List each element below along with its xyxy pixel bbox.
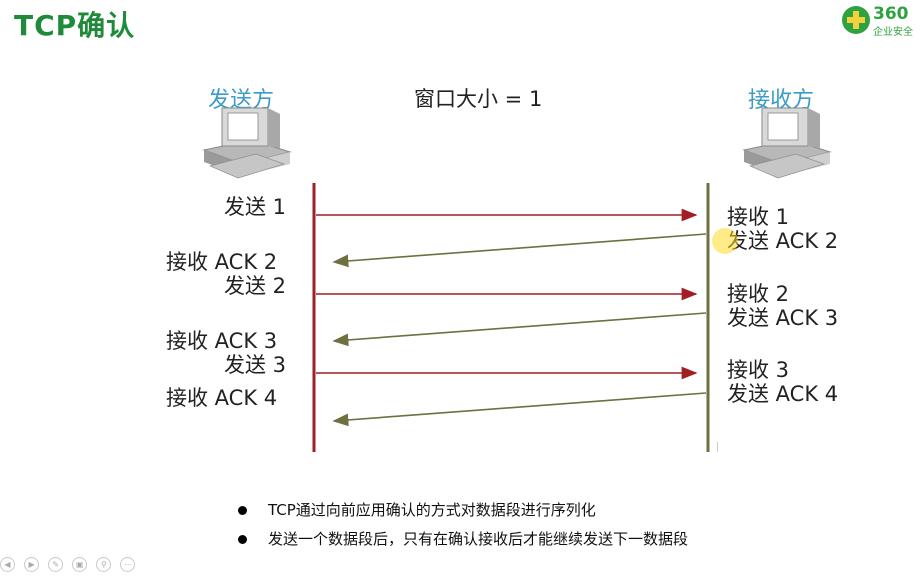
receiver-event-label: 接收 3 [727,358,790,382]
sender-event-label: 发送 3 [224,353,287,377]
prev-icon[interactable]: ◀ [0,557,15,572]
bullet-item: TCP通过向前应用确认的方式对数据段进行序列化 [234,496,688,525]
sender-event-label: 接收 ACK 4 [166,386,278,410]
pointer-highlight [712,228,738,254]
receiver-event-label: 发送 ACK 4 [727,382,839,406]
receiver-event-label: 发送 ACK 3 [727,306,839,330]
next-icon[interactable]: ▶ [24,557,40,572]
sender-event-label: 发送 1 [224,195,287,219]
receiver-event-label: 接收 2 [727,282,790,306]
slideshow-controls: ◀ ▶ ✎ ▣ ⚲ ⋯ [0,552,139,572]
bullet-text: 发送一个数据段后，只有在确认接收后才能继续发送下一数据段 [268,530,689,548]
sender-event-label: 发送 2 [224,274,287,298]
ack-arrow-3 [332,312,707,347]
receiver-event-label: 接收 1 [727,205,790,229]
bullet-list: TCP通过向前应用确认的方式对数据段进行序列化 发送一个数据段后，只有在确认接收… [234,496,688,554]
bullet-item: 发送一个数据段后，只有在确认接收后才能继续发送下一数据段 [234,525,688,554]
receiver-event-label: 发送 ACK 2 [727,229,839,253]
ack-arrow-4 [332,392,707,427]
receiver-computer-icon [742,107,832,179]
bullet-dot-icon [238,535,247,544]
sender-event-label: 接收 ACK 2 [166,250,278,274]
bullet-text: TCP通过向前应用确认的方式对数据段进行序列化 [268,501,596,519]
sender-computer-icon [202,107,292,179]
svg-text:____: ____ [712,442,718,454]
ack-arrow-2 [332,233,707,268]
sender-event-label: 接收 ACK 3 [166,329,278,353]
bullet-dot-icon [238,506,247,515]
